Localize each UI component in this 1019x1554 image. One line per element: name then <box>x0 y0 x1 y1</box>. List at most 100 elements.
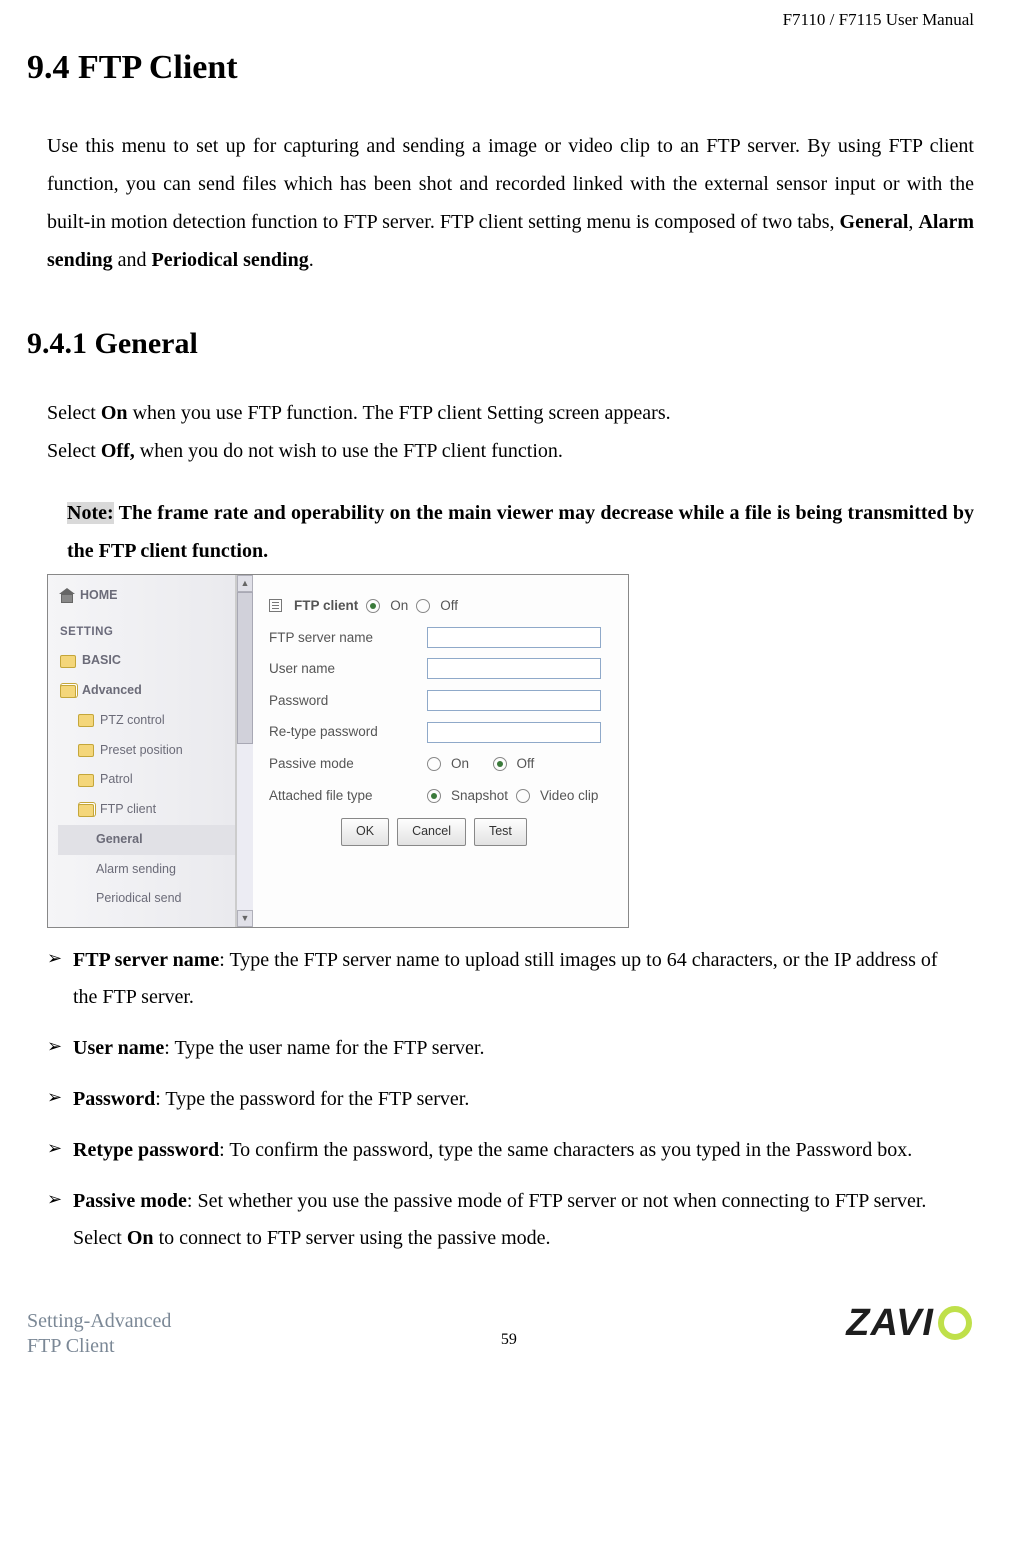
nav-setting-header: SETTING <box>58 619 235 647</box>
videoclip-radio[interactable] <box>516 789 530 803</box>
sidebar-scrollbar[interactable]: ▲ ▼ <box>236 575 253 927</box>
nav-ftp[interactable]: FTP client <box>58 795 235 825</box>
sel-on-a: Select <box>47 402 101 424</box>
home-icon <box>60 590 74 602</box>
brand-o-icon <box>938 1306 972 1340</box>
page-number: 59 <box>501 1325 517 1355</box>
videoclip-label: Video clip <box>540 783 598 809</box>
form-title-icon <box>269 599 282 612</box>
folder-icon <box>78 774 94 787</box>
select-off-line: Select Off, when you do not wish to use … <box>47 432 974 470</box>
ftp-off-radio[interactable] <box>416 599 430 613</box>
nav-home-label: HOME <box>80 584 118 608</box>
intro-paragraph: Use this menu to set up for capturing an… <box>47 127 974 279</box>
intro-comma: , <box>908 211 918 233</box>
desc-passive: Passive mode: Set whether you use the pa… <box>47 1183 954 1257</box>
nav-ptz-label: PTZ control <box>100 709 165 733</box>
intro-dot: . <box>309 249 314 271</box>
sel-off-a: Select <box>47 440 101 462</box>
desc-retype: Retype password: To confirm the password… <box>47 1132 954 1169</box>
page-footer: Setting-Advanced FTP Client 59 ZAVI <box>27 1287 974 1359</box>
snapshot-radio[interactable] <box>427 789 441 803</box>
settings-screenshot: HOME SETTING BASIC Advanced PTZ control … <box>47 574 629 928</box>
desc-password-title: Password <box>73 1088 155 1110</box>
brand-logo: ZAVI <box>846 1287 974 1359</box>
footer-left-2: FTP Client <box>27 1334 171 1359</box>
user-label: User name <box>269 656 419 682</box>
desc-user: User name: Type the user name for the FT… <box>47 1030 954 1067</box>
ftp-on-radio[interactable] <box>366 599 380 613</box>
nav-ftp-label: FTP client <box>100 798 156 822</box>
folder-icon <box>60 655 76 668</box>
note-block: Note: The frame rate and operability on … <box>67 494 974 570</box>
folder-open-icon <box>60 685 76 698</box>
passive-off-radio[interactable] <box>493 757 507 771</box>
desc-retype-body: : To confirm the password, type the same… <box>219 1139 912 1161</box>
passive-on-label: On <box>451 751 469 777</box>
desc-passive-tail: to connect to FTP server using the passi… <box>154 1227 551 1249</box>
desc-server-title: FTP server name <box>73 949 219 971</box>
scroll-track[interactable] <box>237 744 253 910</box>
form-pane: FTP client On Off FTP server name User n… <box>253 575 628 927</box>
test-button[interactable]: Test <box>474 818 527 846</box>
nav-basic-label: BASIC <box>82 649 121 673</box>
nav-preset-label: Preset position <box>100 739 183 763</box>
intro-periodical: Periodical sending <box>151 249 308 271</box>
cancel-button[interactable]: Cancel <box>397 818 466 846</box>
user-input[interactable] <box>427 658 601 679</box>
intro-text-a: Use this menu to set up for capturing an… <box>47 135 974 233</box>
desc-password-body: : Type the password for the FTP server. <box>155 1088 469 1110</box>
nav-periodical[interactable]: Periodical send <box>58 884 235 914</box>
desc-password: Password: Type the password for the FTP … <box>47 1081 954 1118</box>
sel-on-b: On <box>101 402 128 424</box>
ok-button[interactable]: OK <box>341 818 389 846</box>
nav-advanced[interactable]: Advanced <box>58 676 235 706</box>
desc-user-title: User name <box>73 1037 164 1059</box>
password-input[interactable] <box>427 690 601 711</box>
scroll-up-icon[interactable]: ▲ <box>237 575 253 592</box>
scroll-down-icon[interactable]: ▼ <box>237 910 253 927</box>
nav-basic[interactable]: BASIC <box>58 646 235 676</box>
desc-passive-title: Passive mode <box>73 1190 187 1212</box>
passive-on-radio[interactable] <box>427 757 441 771</box>
attach-label: Attached file type <box>269 783 419 809</box>
form-title: FTP client <box>294 593 358 619</box>
server-label: FTP server name <box>269 625 419 651</box>
nav-patrol[interactable]: Patrol <box>58 765 235 795</box>
ftp-on-label: On <box>390 593 408 619</box>
snapshot-label: Snapshot <box>451 783 508 809</box>
nav-ptz[interactable]: PTZ control <box>58 706 235 736</box>
nav-general[interactable]: General <box>58 825 235 855</box>
footer-left: Setting-Advanced FTP Client <box>27 1309 171 1359</box>
select-on-line: Select On when you use FTP function. The… <box>47 394 974 432</box>
folder-open-icon <box>78 804 94 817</box>
note-text: The frame rate and operability on the ma… <box>67 502 974 562</box>
nav-advanced-label: Advanced <box>82 679 142 703</box>
brand-text: ZAVI <box>846 1287 934 1359</box>
nav-sidebar: HOME SETTING BASIC Advanced PTZ control … <box>48 575 236 927</box>
desc-retype-title: Retype password <box>73 1139 219 1161</box>
intro-general: General <box>840 211 909 233</box>
retype-input[interactable] <box>427 722 601 743</box>
passive-label: Passive mode <box>269 751 419 777</box>
desc-server: FTP server name: Type the FTP server nam… <box>47 942 954 1016</box>
ftp-off-label: Off <box>440 593 458 619</box>
nav-preset[interactable]: Preset position <box>58 736 235 766</box>
retype-label: Re-type password <box>269 719 419 745</box>
footer-left-1: Setting-Advanced <box>27 1309 171 1334</box>
intro-and: and <box>113 249 152 271</box>
folder-icon <box>78 714 94 727</box>
header-manual: F7110 / F7115 User Manual <box>27 0 974 36</box>
server-input[interactable] <box>427 627 601 648</box>
nav-alarm[interactable]: Alarm sending <box>58 855 235 885</box>
scroll-thumb[interactable] <box>237 592 253 744</box>
folder-icon <box>78 744 94 757</box>
nav-patrol-label: Patrol <box>100 768 133 792</box>
passive-off-label: Off <box>517 751 535 777</box>
section-title: 9.4 FTP Client <box>27 36 974 101</box>
sel-on-c: when you use FTP function. The FTP clien… <box>128 402 671 424</box>
sel-off-b: Off, <box>101 440 135 462</box>
nav-home[interactable]: HOME <box>58 581 235 611</box>
password-label: Password <box>269 688 419 714</box>
form-title-row: FTP client On Off <box>269 593 612 619</box>
